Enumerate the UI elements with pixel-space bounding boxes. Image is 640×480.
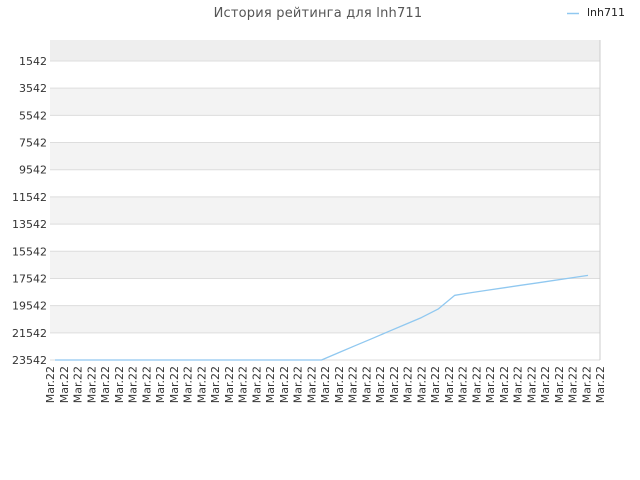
rating-history-chart: История рейтинга для lnh711 lnh711 1542 3… [12,6,625,403]
x-tick-label: Mar.22 [443,366,456,403]
x-tick-label: Mar.22 [319,366,332,403]
plot-band [50,88,600,116]
y-tick-label: 7542 [19,137,47,150]
x-tick-label: Mar.22 [567,366,580,403]
x-tick-label: Mar.22 [498,366,511,403]
x-tick-label: Mar.22 [429,366,442,403]
x-tick-label: Mar.22 [113,366,126,403]
x-tick-label: Mar.22 [374,366,387,403]
x-tick-label: Mar.22 [127,366,140,403]
legend: lnh711 [567,6,625,19]
chart-title: История рейтинга для lnh711 [214,6,423,21]
y-tick-label: 15542 [12,245,47,258]
x-tick-label: Mar.22 [553,366,566,403]
y-tick-label: 1542 [19,55,47,68]
plot-band [50,60,600,89]
plot-band [50,332,600,360]
x-tick-label: Mar.22 [44,366,57,403]
x-tick-label: Mar.22 [264,366,277,403]
x-tick-label: Mar.22 [58,366,71,403]
plot-band [50,278,600,306]
plot-band [50,305,600,333]
x-tick-label: Mar.22 [388,366,401,403]
y-tick-label: 9542 [19,164,47,177]
x-tick-label: Mar.22 [168,366,181,403]
x-tick-label: Mar.22 [209,366,222,403]
x-tick-label: Mar.22 [402,366,415,403]
y-tick-label: 17542 [12,272,47,285]
x-tick-label: Mar.22 [237,366,250,403]
x-tick-label: Mar.22 [85,366,98,403]
legend-label-lnh711: lnh711 [587,6,625,19]
x-tick-label: Mar.22 [72,366,85,403]
x-tick-label: Mar.22 [333,366,346,403]
x-tick-label: Mar.22 [580,366,593,403]
x-tick-label: Mar.22 [415,366,428,403]
x-tick-label: Mar.22 [292,366,305,403]
x-tick-label: Mar.22 [539,366,552,403]
x-tick-label: Mar.22 [154,366,167,403]
x-tick-label: Mar.22 [182,366,195,403]
x-tick-label: Mar.22 [278,366,291,403]
plot-band [50,196,600,225]
x-tick-label: Mar.22 [305,366,318,403]
x-tick-label: Mar.22 [250,366,263,403]
x-tick-label: Mar.22 [594,366,607,403]
plot-band [50,142,600,170]
y-tick-label: 5542 [19,109,47,122]
x-tick-label: Mar.22 [347,366,360,403]
x-tick-label: Mar.22 [525,366,538,403]
y-tick-label: 11542 [12,191,47,204]
plot-band [50,251,600,279]
plot-band [50,40,600,61]
x-tick-label: Mar.22 [195,366,208,403]
y-tick-label: 3542 [19,82,47,95]
x-tick-label: Mar.22 [223,366,236,403]
y-tick-label: 13542 [12,218,47,231]
x-tick-label: Mar.22 [457,366,470,403]
y-axis: 1542 3542 5542 7542 9542 11542 13542 15542 17542… [12,55,47,367]
y-tick-label: 21542 [12,327,47,340]
x-tick-label: Mar.22 [140,366,153,403]
x-tick-label: Mar.22 [484,366,497,403]
x-axis: Mar.22 Mar.22 Mar.22 Mar.22 Mar.22 Mar.22 Mar.… [44,366,607,403]
x-tick-label: Mar.22 [360,366,373,403]
plot-band [50,169,600,197]
x-tick-label: Mar.22 [99,366,112,403]
y-tick-label: 23542 [12,354,47,367]
plot-band [50,224,600,252]
x-tick-label: Mar.22 [470,366,483,403]
plot-band [50,115,600,143]
y-tick-label: 19542 [12,300,47,313]
x-tick-label: Mar.22 [512,366,525,403]
